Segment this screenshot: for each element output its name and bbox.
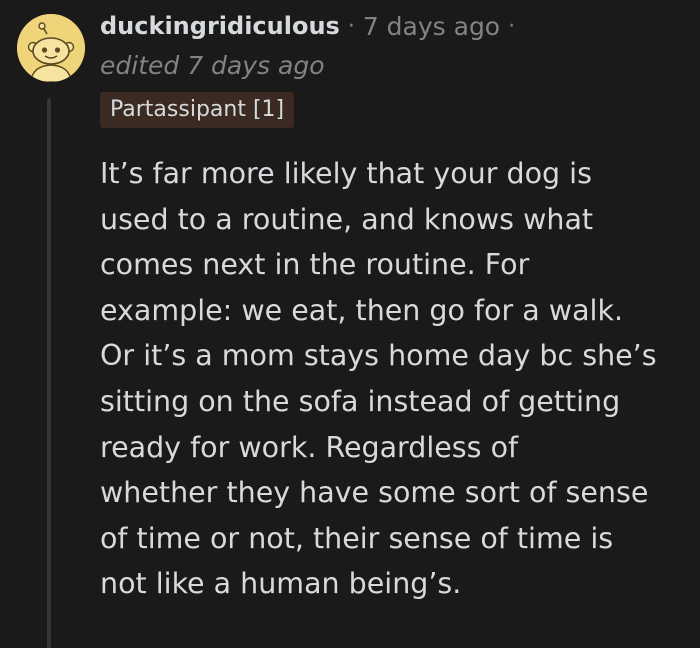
post-timestamp[interactable]: 7 days ago xyxy=(363,12,500,41)
comment-body-line: of time or not, their sense of time is xyxy=(100,521,614,555)
meta-separator-trailing: · xyxy=(508,13,516,39)
avatar[interactable] xyxy=(17,14,85,82)
comment-body: It’s far more likely that your dog is us… xyxy=(100,151,690,607)
comment-body-line: It’s far more likely that your dog is xyxy=(100,157,592,190)
comment-body-line: Or it’s a mom stays home day bc she’s xyxy=(100,339,657,373)
comment-body-line: comes next in the routine. For xyxy=(100,248,530,282)
comment-meta: duckingridiculous · 7 days ago · xyxy=(100,8,523,44)
meta-separator: · xyxy=(347,13,355,39)
comment-body-line: ready for work. Regardless of xyxy=(100,430,519,464)
user-flair: Partassipant [1] xyxy=(100,92,295,128)
comment-body-line: whether they have some sort of sense xyxy=(100,476,649,510)
comment: duckingridiculous · 7 days ago · edited … xyxy=(0,0,700,648)
edited-timestamp: edited 7 days ago xyxy=(100,51,325,80)
author-username[interactable]: duckingridiculous xyxy=(100,12,340,40)
thread-collapse-line[interactable] xyxy=(47,98,51,648)
comment-body-line: not like a human being’s. xyxy=(100,567,462,601)
comment-body-line: used to a routine, and knows what xyxy=(100,202,594,236)
comment-body-line: example: we eat, then go for a walk. xyxy=(100,293,624,327)
snoo-avatar-icon xyxy=(17,14,85,82)
comment-body-line: sitting on the sofa instead of getting xyxy=(100,384,621,418)
